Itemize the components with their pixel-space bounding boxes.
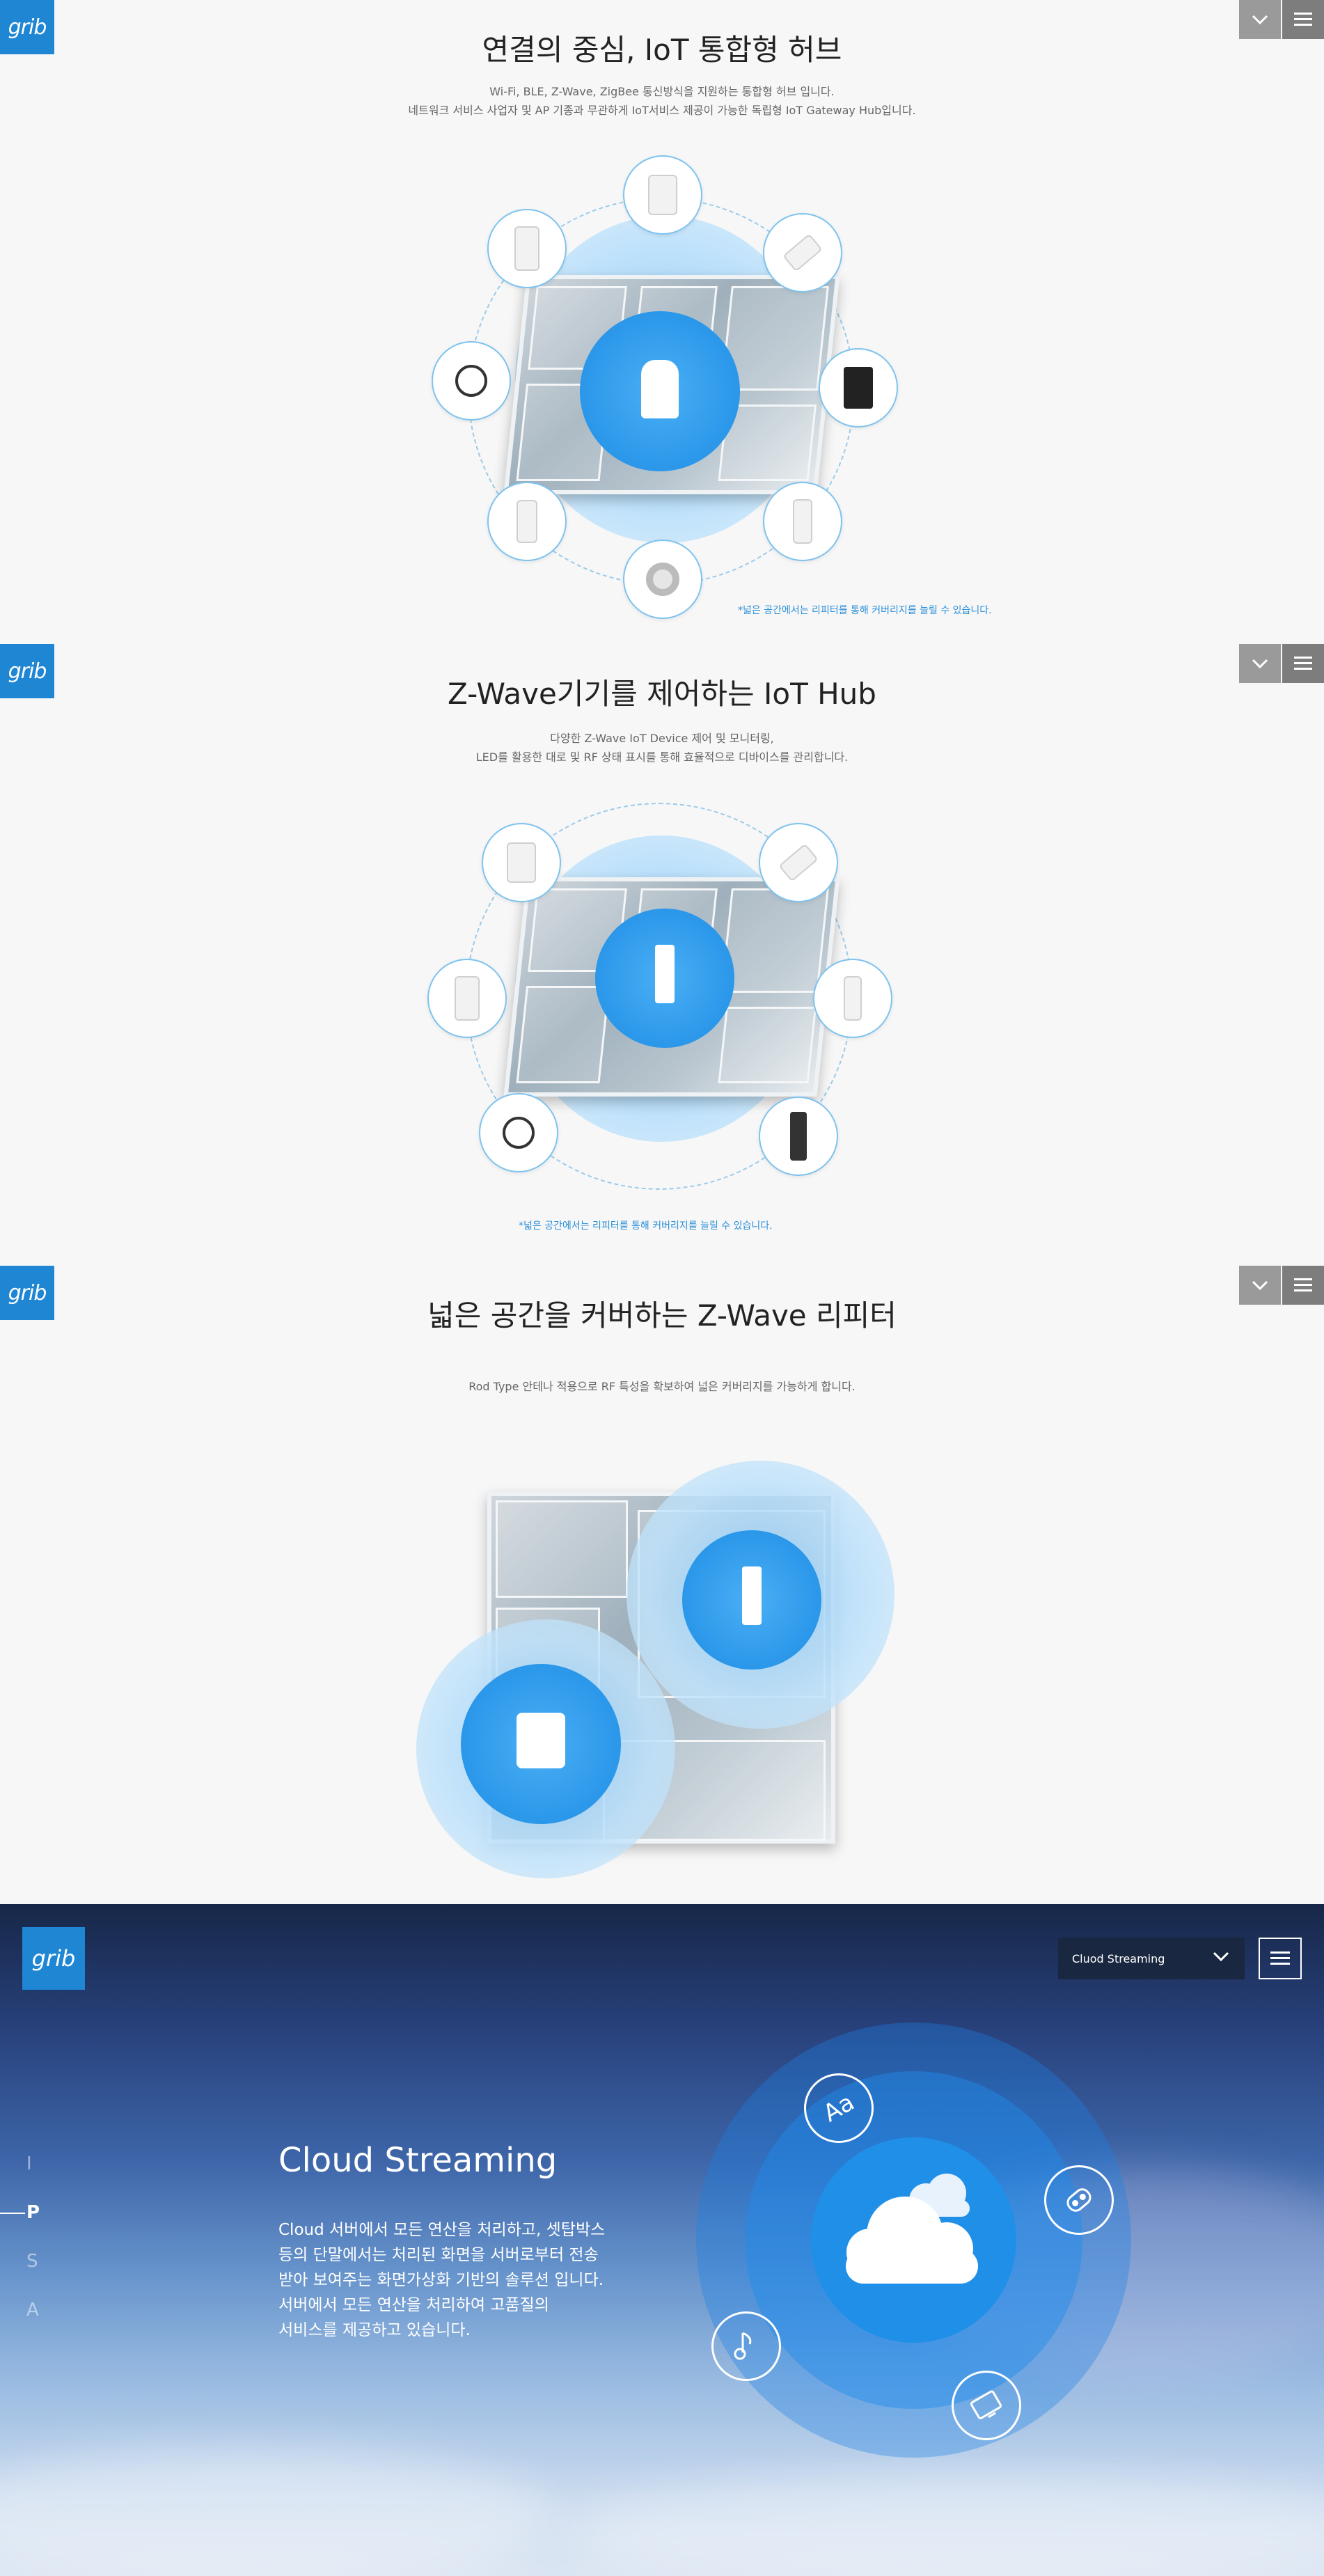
device-smart-plug[interactable] [482,823,561,902]
section-desc: Wi-Fi, BLE, Z-Wave, ZigBee 통신방식을 지원하는 통합… [0,82,1324,120]
hub-highlight [580,311,740,471]
desc-line: Rod Type 안테나 적용으로 RF 특성을 확보하여 넓은 커버리지를 가… [468,1380,856,1393]
side-navigation: I P S A [0,2153,40,2348]
tv-icon [952,2371,1021,2440]
device-smart-dial[interactable] [432,341,511,421]
desc-line: 서버에서 모든 연산을 처리하여 고품질의 [278,2296,549,2314]
coverage-note: *넓은 공간에서는 리피터를 통해 커버리지를 늘릴 수 있습니다. [519,1220,773,1232]
section-title: Z-Wave기기를 제어하는 IoT Hub [448,677,876,711]
music-note-icon [711,2311,781,2381]
section-desc: 다양한 Z-Wave IoT Device 제어 및 모니터링, LED를 활용… [0,729,1324,767]
side-nav-item-active[interactable]: P [0,2202,40,2251]
gamepad-icon [1044,2165,1114,2235]
hub-device [742,1566,762,1625]
cloud-description: Cloud 서버에서 모든 연산을 처리하고, 셋탑박스 등의 단말에서는 처리… [278,2217,626,2343]
desc-line: 네트워크 서비스 사업자 및 AP 기종과 무관하게 IoT서비스 제공이 가능… [408,104,916,117]
hub-device [655,945,675,1003]
grib-logo[interactable]: grib [22,1927,85,1990]
device-wall-switch[interactable] [427,959,507,1038]
chevron-down-icon [1252,1280,1268,1290]
section-title: 연결의 중심, IoT 통합형 허브 [482,33,842,67]
hamburger-menu-icon [1294,657,1312,670]
side-nav-item[interactable]: A [26,2300,40,2348]
menu-button[interactable] [1259,1938,1302,1979]
cloud-title: Cloud Streaming [278,2141,558,2180]
hub-highlight [595,909,734,1048]
repeater-device [517,1713,565,1768]
chevron-down-icon [1252,15,1268,24]
desc-line: LED를 활용한 대로 및 RF 상태 표시를 통해 효율적으로 디바이스를 관… [475,751,849,764]
section-iot-hub: grib 연결의 중심, IoT 통합형 허브 Wi-Fi, BLE, Z-Wa… [0,0,1324,644]
repeater-hub-highlight [682,1530,821,1670]
device-usb-dongle[interactable] [763,213,842,292]
desc-line: 서비스를 제공하고 있습니다. [278,2321,471,2339]
device-sensor-stick[interactable] [813,959,892,1038]
desc-line: 받아 보여주는 화면가상화 기반의 솔루션 입니다. [278,2271,604,2289]
section-zwave-repeater: grib 넓은 공간을 커버하는 Z-Wave 리피터 Rod Type 안테나… [0,1266,1324,1904]
device-usb-dongle[interactable] [759,823,838,902]
device-ip-camera[interactable] [623,540,702,619]
device-wall-switch[interactable] [487,209,567,288]
hamburger-menu-icon [1270,1951,1290,1965]
font-aa-icon: Aa [804,2073,874,2143]
section-cloud-streaming: grib Cluod Streaming I P S A Cloud Strea… [0,1904,1324,2576]
desc-line: 등의 단말에서는 처리된 화면을 서버로부터 전송 [278,2246,599,2264]
device-door-sensor[interactable] [487,482,567,561]
repeater-highlight [461,1664,621,1824]
hamburger-menu-icon [1294,1278,1312,1291]
chevron-down-icon [1252,659,1268,668]
section-title: 넓은 공간을 커버하는 Z-Wave 리피터 [427,1298,897,1333]
service-select[interactable]: Cluod Streaming [1058,1938,1245,1979]
coverage-note: *넓은 공간에서는 리피터를 통해 커버리지를 늘릴 수 있습니다. [738,605,992,616]
device-thermostat[interactable] [819,348,898,427]
cloud-icon [846,2174,978,2284]
desc-line: Cloud 서버에서 모든 연산을 처리하고, 셋탑박스 [278,2221,606,2239]
device-smart-plug[interactable] [623,155,702,235]
hub-device [641,360,679,418]
device-sensor-stick[interactable] [763,482,842,561]
side-nav-item[interactable]: I [26,2153,40,2202]
desc-line: 다양한 Z-Wave IoT Device 제어 및 모니터링, [550,732,774,745]
desc-line: Wi-Fi, BLE, Z-Wave, ZigBee 통신방식을 지원하는 통합… [489,85,835,98]
chevron-down-icon [1213,1951,1229,1961]
device-smart-dial[interactable] [479,1093,558,1172]
service-select-value: Cluod Streaming [1072,1951,1165,1965]
section-desc: Rod Type 안테나 적용으로 RF 특성을 확보하여 넓은 커버리지를 가… [0,1377,1324,1396]
device-door-lock[interactable] [759,1097,838,1176]
hamburger-menu-icon [1294,13,1312,26]
side-nav-item[interactable]: S [26,2251,40,2300]
section-zwave-hub: grib Z-Wave기기를 제어하는 IoT Hub 다양한 Z-Wave I… [0,644,1324,1266]
